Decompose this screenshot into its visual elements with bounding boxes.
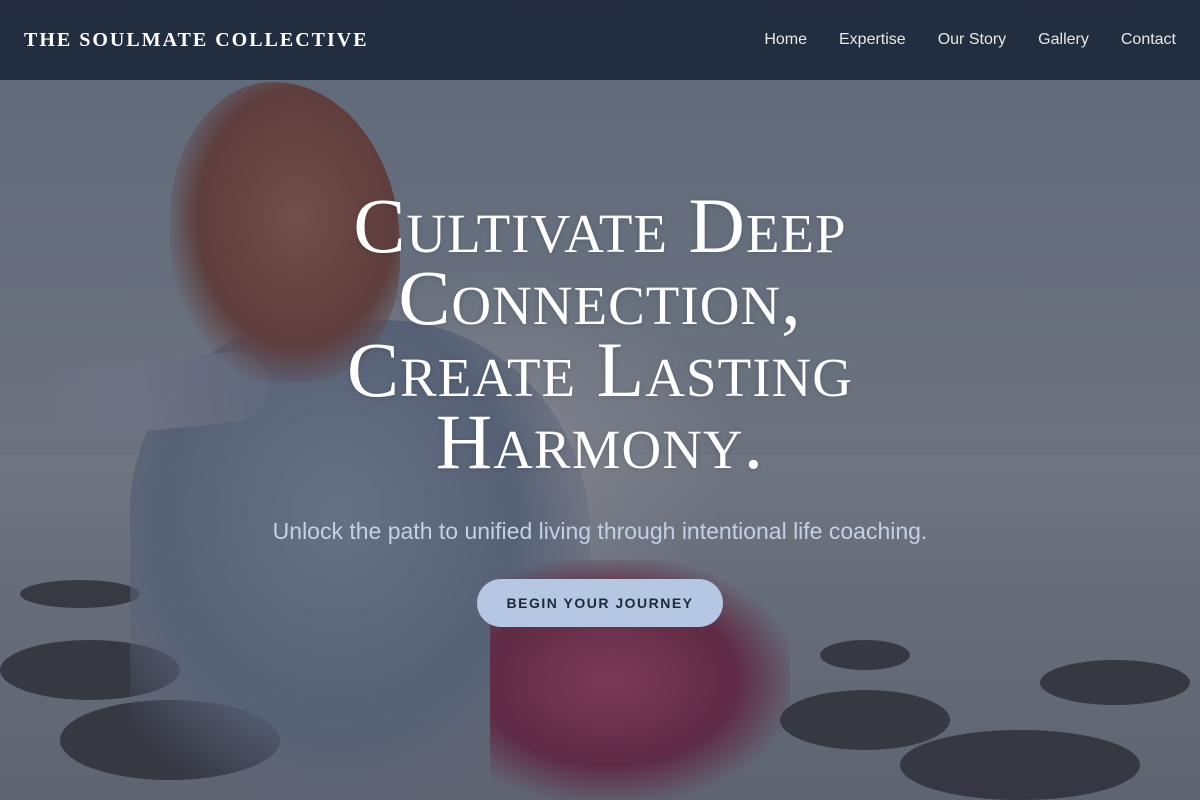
main-nav: Home Expertise Our Story Gallery Contact bbox=[764, 31, 1176, 49]
hero-content: Cultivate Deep Connection, Create Lastin… bbox=[0, 182, 1200, 627]
nav-link-expertise[interactable]: Expertise bbox=[839, 31, 906, 49]
nav-link-gallery[interactable]: Gallery bbox=[1038, 31, 1089, 49]
begin-journey-button[interactable]: BEGIN YOUR JOURNEY bbox=[477, 579, 723, 627]
site-header: THE SOULMATE COLLECTIVE Home Expertise O… bbox=[0, 0, 1200, 80]
nav-link-our-story[interactable]: Our Story bbox=[938, 31, 1006, 49]
hero-headline: Cultivate Deep Connection, Create Lastin… bbox=[347, 182, 853, 485]
brand-logo[interactable]: THE SOULMATE COLLECTIVE bbox=[24, 29, 369, 52]
nav-link-contact[interactable]: Contact bbox=[1121, 31, 1176, 49]
hero-subheadline: Unlock the path to unified living throug… bbox=[272, 518, 928, 544]
nav-link-home[interactable]: Home bbox=[764, 31, 807, 49]
